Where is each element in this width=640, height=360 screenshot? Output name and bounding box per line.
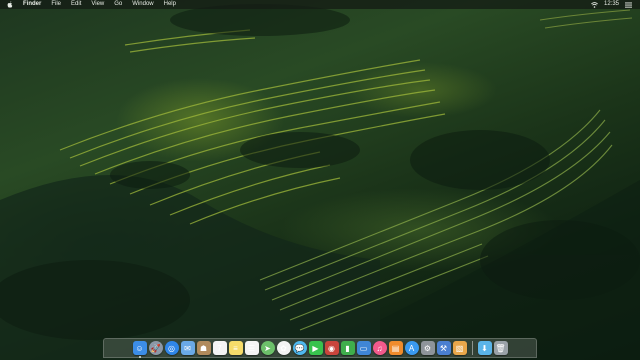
rice-terraces-landscape: [0, 4, 640, 360]
notes-glyph: ≡: [233, 343, 238, 353]
photo-booth-icon[interactable]: ◉: [324, 341, 339, 355]
calendar-glyph: 7: [217, 343, 222, 353]
apple-logo-icon[interactable]: [7, 1, 13, 8]
maps-glyph: ➤: [264, 343, 271, 353]
xcode-glyph: ⚒: [439, 343, 448, 353]
trash-glyph: 🗑: [495, 343, 506, 353]
running-indicator: [138, 356, 141, 358]
calendar-icon[interactable]: 7: [212, 341, 227, 355]
menu-bar: Finder File Edit View Go Window Help 12:…: [0, 0, 640, 9]
menu-help[interactable]: Help: [159, 0, 181, 9]
preview-icon[interactable]: ▧: [452, 341, 467, 355]
menu-clock[interactable]: 12:35: [604, 0, 619, 9]
downloads-folder-icon[interactable]: ⬇: [477, 341, 492, 355]
desktop-wallpaper: [0, 0, 640, 360]
messages-icon[interactable]: 💬: [292, 341, 307, 355]
xcode-icon[interactable]: ⚒: [436, 341, 451, 355]
menu-window[interactable]: Window: [127, 0, 158, 9]
menu-finder[interactable]: Finder: [18, 0, 46, 9]
ibooks-icon[interactable]: ▤: [388, 341, 403, 355]
contacts-glyph: ☗: [199, 343, 208, 353]
dock-separator: [471, 341, 473, 355]
launchpad-icon[interactable]: 🚀: [148, 341, 163, 355]
photos-glyph: ✿: [280, 343, 287, 353]
list-icon[interactable]: [625, 1, 632, 8]
app-store-glyph: A: [408, 343, 415, 353]
maps-icon[interactable]: ➤: [260, 341, 275, 355]
facetime-icon[interactable]: ▶: [308, 341, 323, 355]
preview-glyph: ▧: [455, 343, 464, 353]
messages-glyph: 💬: [294, 343, 305, 353]
itunes-glyph: ♫: [376, 343, 383, 353]
menu-view[interactable]: View: [86, 0, 109, 9]
mail-glyph: ✉: [184, 343, 191, 353]
system-preferences-glyph: ⚙: [423, 343, 432, 353]
dock: ☺ 🚀 ◎ ✉ ☗ 7 ≡ ☰ ➤ ✿ 💬 ▶ ◉ ▮ ▭ ♫ ▤ A ⚙ ⚒ ▧ ⬇ 🗑: [103, 338, 537, 358]
safari-icon[interactable]: ◎: [164, 341, 179, 355]
facetime-glyph: ▶: [312, 343, 319, 353]
reminders-glyph: ☰: [247, 343, 256, 353]
wifi-icon[interactable]: [591, 1, 598, 8]
photos-icon[interactable]: ✿: [276, 341, 291, 355]
itunes-icon[interactable]: ♫: [372, 341, 387, 355]
app-store-icon[interactable]: A: [404, 341, 419, 355]
keynote-icon[interactable]: ▭: [356, 341, 371, 355]
numbers-glyph: ▮: [345, 343, 350, 353]
keynote-glyph: ▭: [359, 343, 368, 353]
finder-icon[interactable]: ☺: [132, 341, 147, 358]
menu-go[interactable]: Go: [109, 0, 127, 9]
mail-icon[interactable]: ✉: [180, 341, 195, 355]
ibooks-glyph: ▤: [391, 343, 400, 353]
status-area: 12:35: [591, 0, 640, 9]
numbers-icon[interactable]: ▮: [340, 341, 355, 355]
photo-booth-glyph: ◉: [328, 343, 335, 353]
system-preferences-icon[interactable]: ⚙: [420, 341, 435, 355]
reminders-icon[interactable]: ☰: [244, 341, 259, 355]
downloads-folder-glyph: ⬇: [481, 343, 488, 353]
menu-edit[interactable]: Edit: [66, 0, 86, 9]
notes-icon[interactable]: ≡: [228, 341, 243, 355]
launchpad-glyph: 🚀: [150, 343, 161, 353]
safari-glyph: ◎: [168, 343, 175, 353]
menu-file[interactable]: File: [46, 0, 66, 9]
trash-icon[interactable]: 🗑: [493, 341, 508, 355]
finder-glyph: ☺: [135, 343, 144, 353]
contacts-icon[interactable]: ☗: [196, 341, 211, 355]
